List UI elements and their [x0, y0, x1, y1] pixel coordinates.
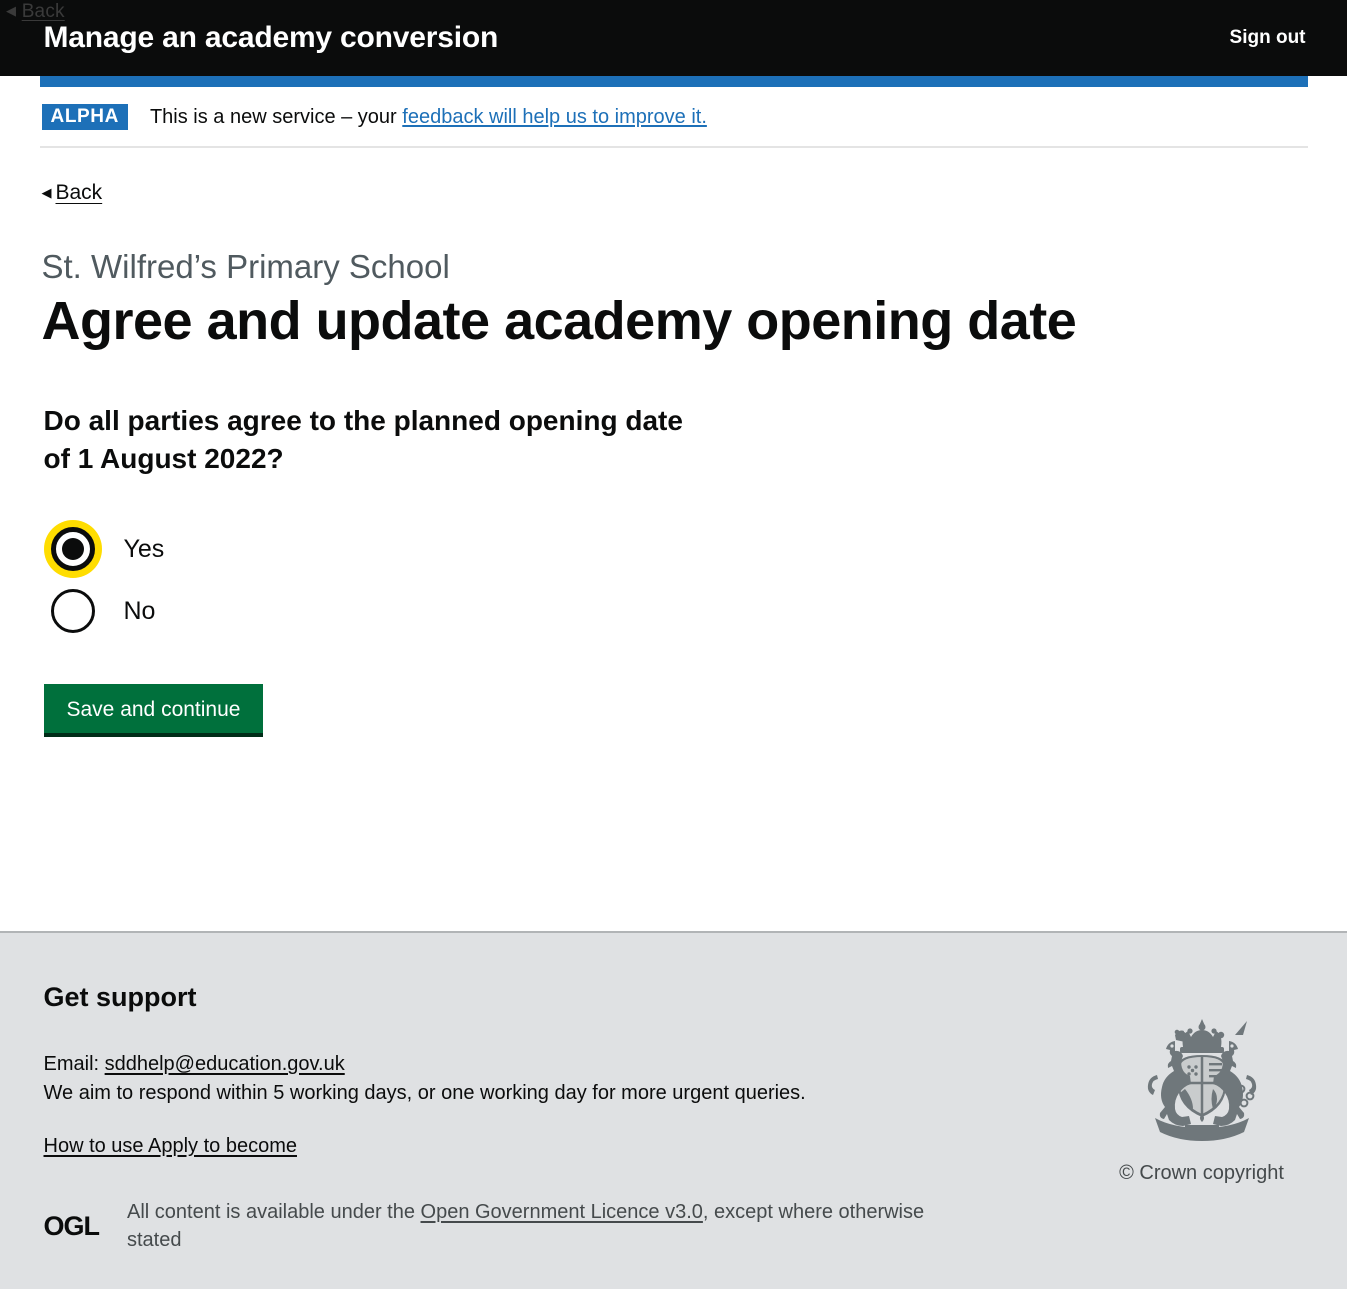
radio-focus-ring-yes — [43, 520, 102, 578]
footer-inner: Get support Email: sddhelp@education.gov… — [40, 933, 1308, 1289]
page-title: Agree and update academy opening date — [41, 291, 1077, 351]
phase-banner-wrap: ALPHA This is a new service – your feedb… — [39, 87, 1308, 148]
response-time-text: We aim to respond within 5 working days,… — [43, 1082, 806, 1104]
radio-selected-dot-yes — [61, 538, 84, 560]
royal-coat-of-arms-icon — [1147, 1019, 1256, 1141]
radio-group: Yes No — [43, 518, 1308, 642]
licence-text: All content is available under the Open … — [127, 1198, 957, 1254]
back-link-label: Back — [55, 181, 103, 204]
open-government-licence-link[interactable]: Open Government Licence v3.0 — [421, 1201, 703, 1223]
phase-banner-text: This is a new service – your feedback wi… — [150, 105, 707, 129]
browser-back-arrow-icon: ◀ — [6, 3, 17, 18]
get-support-heading: Get support — [43, 982, 197, 1012]
phase-banner-text-prefix: This is a new service – your — [149, 106, 403, 128]
main-content: ◀ Back St. Wilfred’s Primary School Agree… — [40, 148, 1308, 737]
radio-focus-ring-no — [44, 582, 102, 640]
blue-accent-bar — [39, 76, 1308, 87]
licence-row: OGL All content is available under the O… — [44, 1198, 958, 1254]
service-header-inner: Manage an academy conversion Sign out — [40, 0, 1308, 76]
sign-out-link[interactable]: Sign out — [1230, 27, 1308, 49]
licence-text-prefix: All content is available under the — [127, 1201, 421, 1223]
ogl-logo-icon: OGL — [43, 1210, 100, 1241]
radio-option-yes[interactable]: Yes — [43, 518, 1308, 580]
crown-copyright-block: © Crown copyright — [1102, 1013, 1302, 1185]
phase-banner: ALPHA This is a new service – your feedb… — [39, 87, 1308, 148]
service-header: Manage an academy conversion Sign out — [0, 0, 1347, 76]
radio-circle-yes — [50, 527, 95, 571]
radio-label-yes: Yes — [123, 535, 165, 563]
browser-back-button[interactable]: ◀ Back — [6, 0, 65, 23]
back-arrow-icon: ◀ — [41, 185, 52, 200]
question-legend: Do all parties agree to the planned open… — [43, 405, 683, 474]
how-to-use-guidance-link[interactable]: How to use Apply to become — [44, 1134, 297, 1158]
email-label: Email: — [43, 1053, 105, 1075]
browser-back-label: Back — [21, 1, 65, 22]
page-caption: St. Wilfred’s Primary School — [41, 248, 450, 285]
crown-copyright-caption: © Crown copyright — [1119, 1162, 1284, 1184]
feedback-link[interactable]: feedback will help us to improve it. — [402, 106, 707, 128]
back-link[interactable]: ◀ Back — [42, 181, 103, 205]
support-email-link[interactable]: sddhelp@education.gov.uk — [105, 1053, 345, 1075]
radio-option-no[interactable]: No — [44, 580, 1308, 642]
radio-label-no: No — [123, 597, 156, 625]
service-name: Manage an academy conversion — [43, 21, 499, 54]
save-and-continue-button[interactable]: Save and continue — [43, 684, 264, 737]
phase-tag-alpha: ALPHA — [41, 104, 128, 130]
radio-circle-no — [50, 589, 95, 633]
page-footer: Get support Email: sddhelp@education.gov… — [0, 931, 1347, 1289]
